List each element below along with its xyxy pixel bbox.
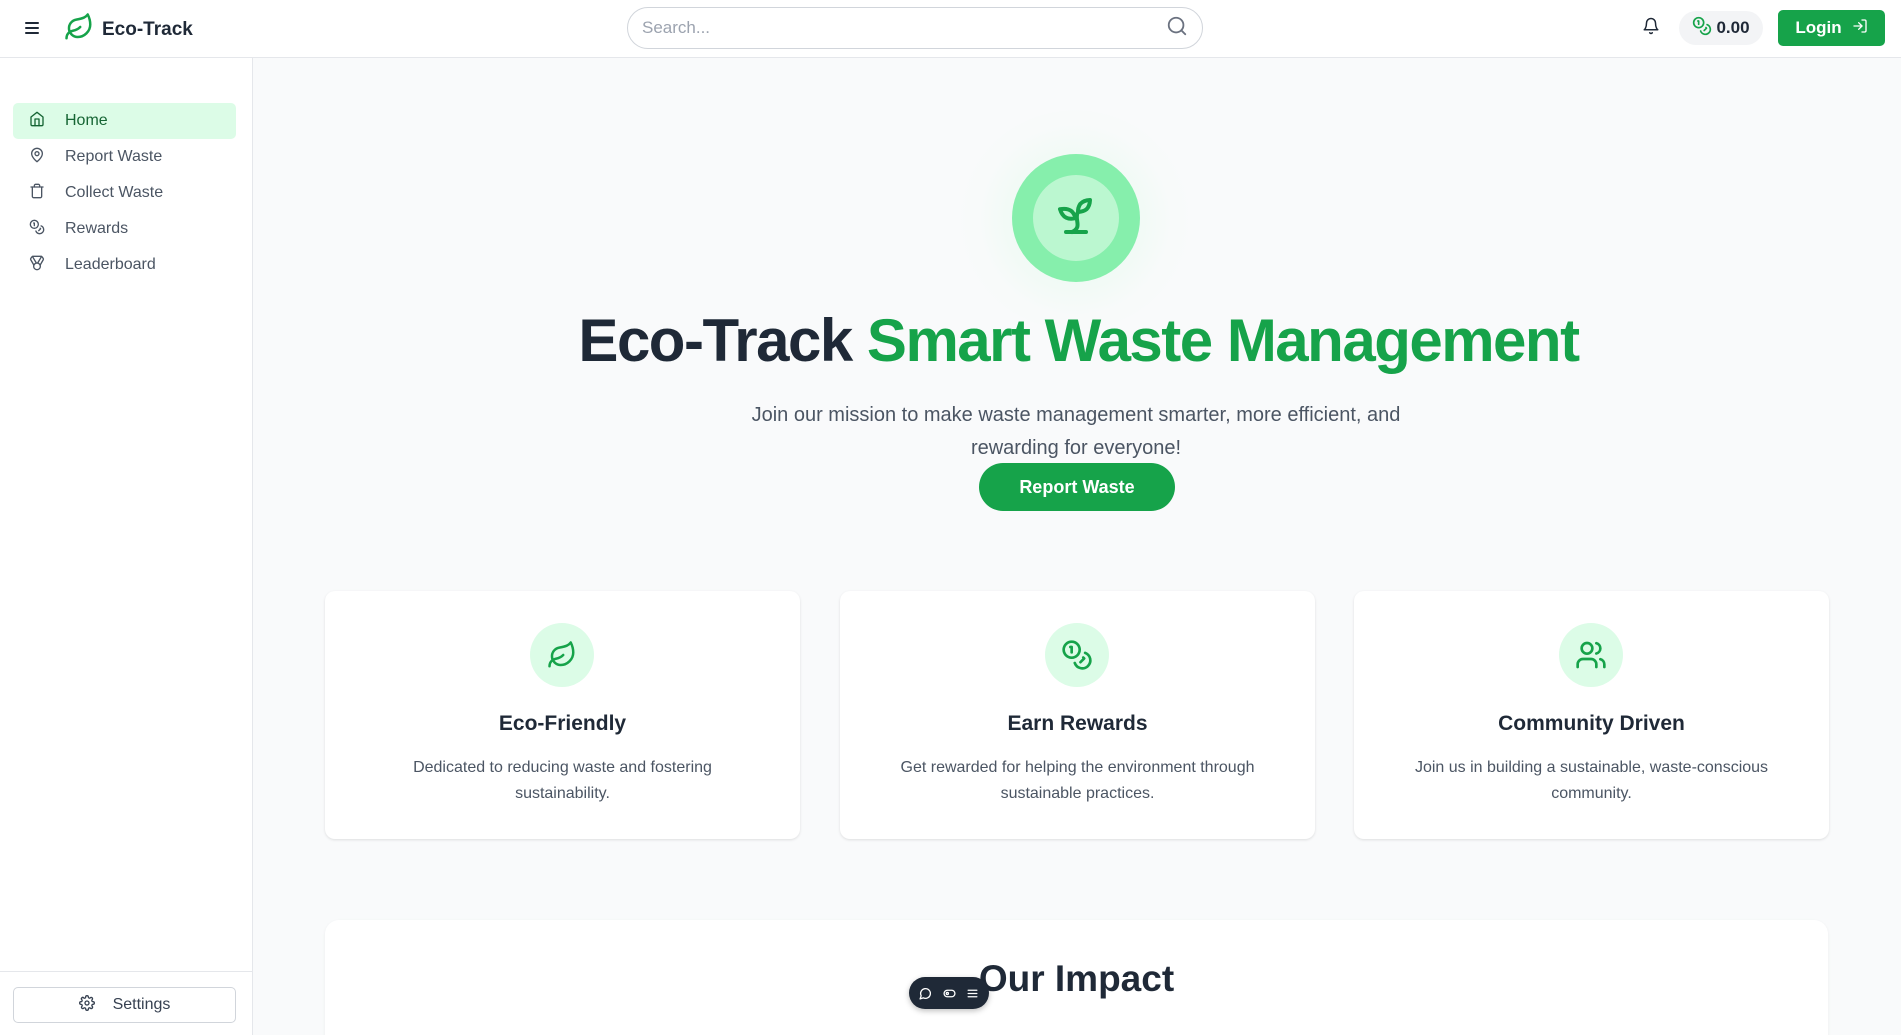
gear-icon: [78, 994, 95, 1016]
brand-name: Eco-Track: [102, 18, 193, 40]
bell-icon[interactable]: [1642, 17, 1664, 39]
hero-badge: [1012, 154, 1140, 282]
feature-description: Join us in building a sustainable, waste…: [1414, 759, 1769, 802]
search-input[interactable]: [642, 18, 1166, 38]
impact-title: Our Impact: [978, 958, 1175, 999]
medal-icon: [29, 255, 45, 276]
log-in-icon: [1852, 18, 1868, 39]
search-icon[interactable]: [1166, 15, 1188, 42]
sidebar-item-rewards[interactable]: Rewards: [13, 211, 236, 247]
balance-badge: 0.00: [1679, 11, 1763, 45]
users-icon: [1559, 623, 1623, 687]
hero-subtitle: Join our mission to make waste managemen…: [751, 404, 1401, 459]
coins-icon: [1692, 16, 1712, 41]
toggle-icon[interactable]: [942, 987, 956, 1000]
sidebar-item-report-waste[interactable]: Report Waste: [13, 139, 236, 175]
login-label: Login: [1795, 18, 1842, 37]
home-icon: [29, 111, 45, 132]
sidebar: Home Report Waste Collect Waste Rewards …: [0, 58, 253, 1035]
top-header: Eco-Track 0.00 Login: [0, 0, 1901, 58]
sidebar-footer: Settings: [0, 971, 252, 1035]
feature-title: Community Driven: [1498, 712, 1685, 735]
coins-icon: [29, 219, 45, 240]
feature-card: Community Driven Join us in building a s…: [1354, 591, 1829, 839]
sidebar-item-label: Leaderboard: [65, 256, 156, 273]
list-icon[interactable]: [966, 987, 979, 1000]
hero-badge-inner: [1033, 175, 1119, 261]
feature-title: Eco-Friendly: [498, 712, 627, 735]
sprout-icon: [1052, 192, 1100, 245]
sidebar-item-label: Home: [65, 112, 108, 129]
hero-title-highlight: Smart Waste Management: [866, 307, 1580, 374]
leaf-icon: [530, 623, 594, 687]
hero-title: Eco-Track Smart Waste Management: [0, 306, 1901, 375]
floating-toolbar: [909, 977, 989, 1009]
feature-card: Eco-Friendly Dedicated to reducing waste…: [325, 591, 800, 839]
feature-description: Dedicated to reducing waste and fosterin…: [413, 759, 712, 802]
menu-icon[interactable]: [22, 18, 42, 38]
sidebar-item-collect-waste[interactable]: Collect Waste: [13, 175, 236, 211]
brand-logo[interactable]: Eco-Track: [64, 12, 193, 47]
chat-icon[interactable]: [919, 987, 932, 1000]
sidebar-item-label: Rewards: [65, 220, 129, 237]
sidebar-item-label: Collect Waste: [65, 184, 164, 201]
hero-title-brand: Eco-Track: [578, 307, 853, 374]
sidebar-nav: Home Report Waste Collect Waste Rewards …: [13, 103, 236, 283]
sidebar-item-leaderboard[interactable]: Leaderboard: [13, 247, 236, 283]
map-pin-icon: [29, 147, 45, 168]
feature-card: Earn Rewards Get rewarded for helping th…: [840, 591, 1315, 839]
sidebar-item-label: Report Waste: [65, 148, 163, 165]
coins-icon: [1045, 623, 1109, 687]
balance-value: 0.00: [1716, 18, 1750, 37]
feature-title: Earn Rewards: [1007, 712, 1148, 735]
login-button[interactable]: Login: [1778, 10, 1885, 46]
impact-section: Our Impact: [325, 920, 1828, 1035]
leaf-icon: [64, 12, 94, 47]
sidebar-item-home[interactable]: Home: [13, 103, 236, 139]
report-waste-button[interactable]: Report Waste: [979, 463, 1175, 511]
feature-description: Get rewarded for helping the environment…: [900, 759, 1255, 802]
search-bar: [627, 7, 1203, 49]
settings-label: Settings: [112, 996, 171, 1013]
trash-icon: [29, 183, 45, 204]
settings-button[interactable]: Settings: [13, 987, 236, 1023]
